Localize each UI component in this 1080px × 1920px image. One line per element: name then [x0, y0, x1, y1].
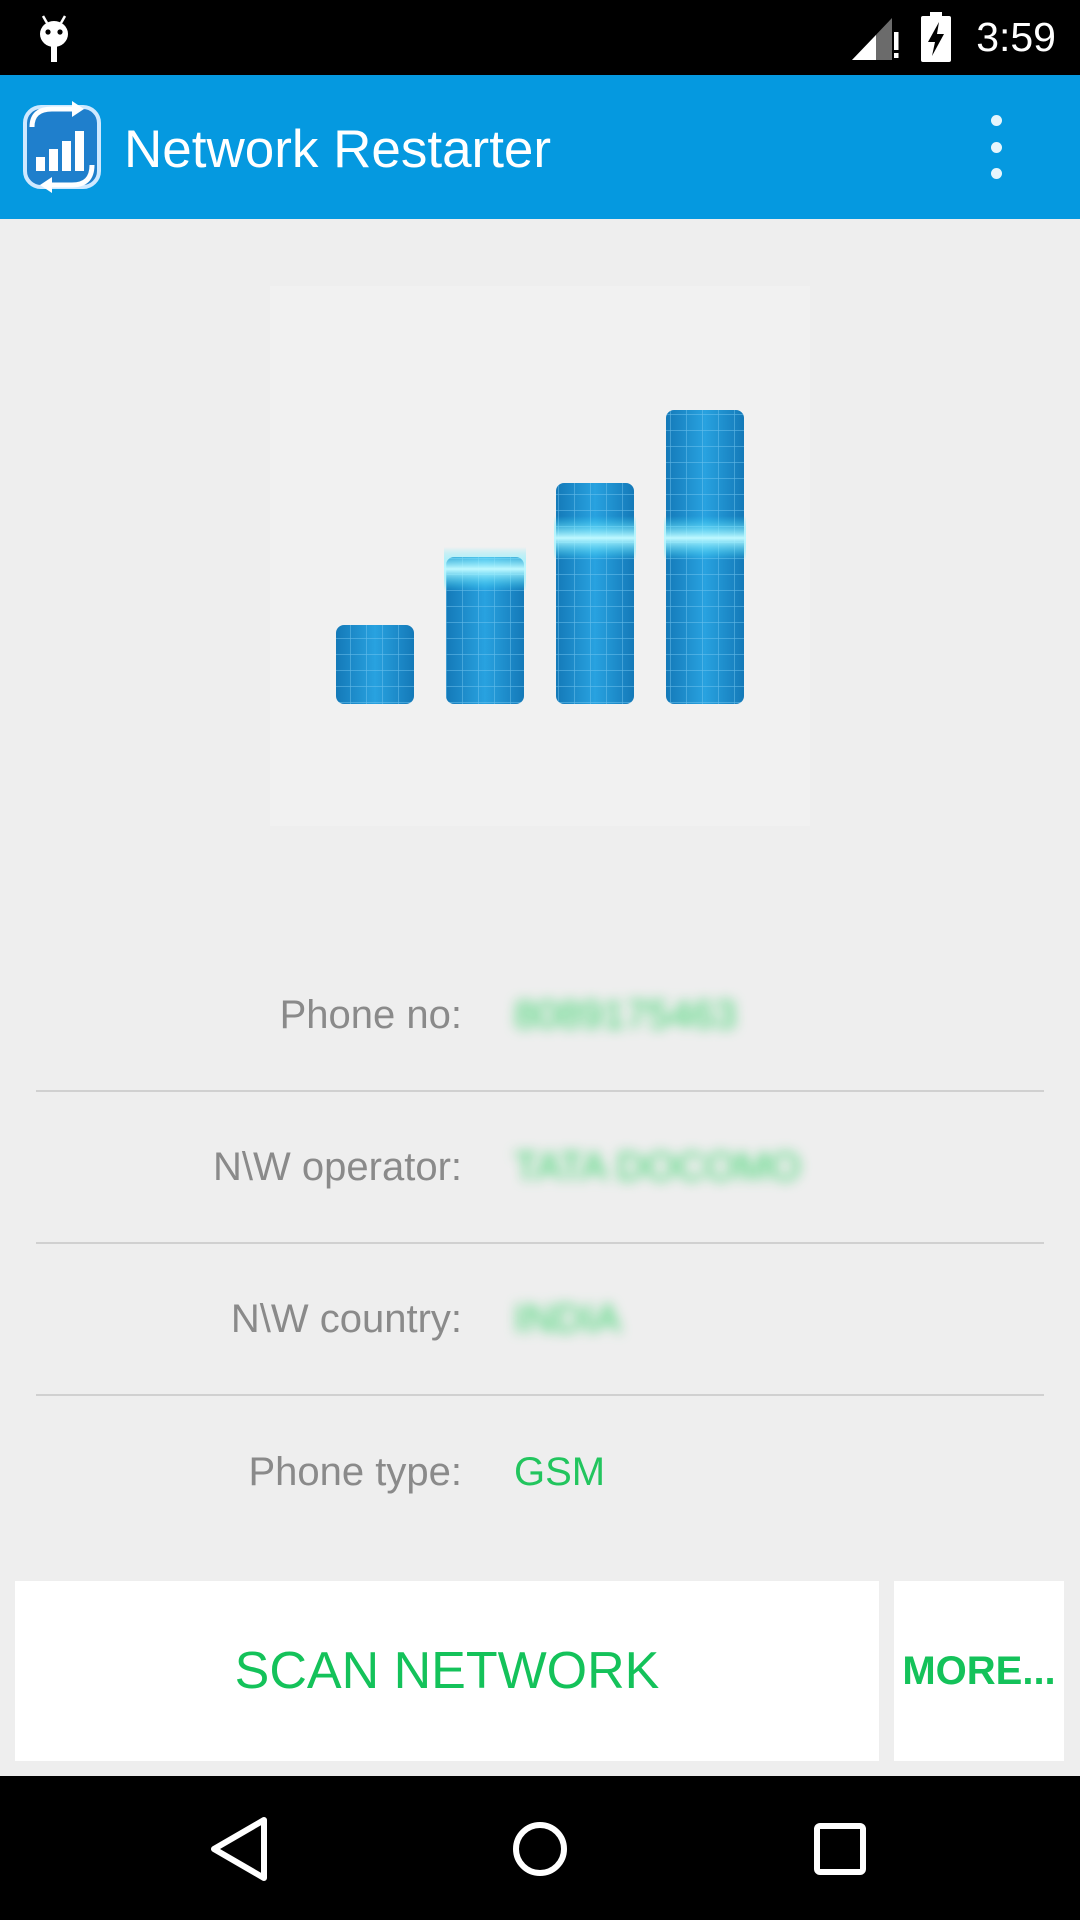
country-value: INDIA — [514, 1296, 621, 1341]
back-icon[interactable] — [196, 1804, 286, 1894]
phone-type-label: Phone type: — [248, 1449, 463, 1494]
phone-no-row: Phone no: 8089175463 — [36, 940, 1044, 1092]
app-bar: Network Restarter — [0, 75, 1080, 219]
phone-no-value: 8089175463 — [514, 992, 737, 1037]
status-bar: 3:59 — [0, 0, 1080, 75]
battery-charging-icon — [921, 12, 951, 62]
overflow-dot — [990, 168, 1002, 179]
overflow-dot — [990, 115, 1002, 126]
phone-no-label: Phone no: — [279, 992, 462, 1037]
info-panel: Phone no: 8089175463 N\W operator: TATA … — [36, 940, 1044, 1548]
signal-bar-glow — [554, 516, 636, 560]
app-logo-icon — [23, 101, 101, 193]
android-debug-icon — [40, 15, 68, 62]
signal-bar-grid — [336, 625, 414, 704]
signal-bar-glow — [444, 547, 526, 591]
app-title: Network Restarter — [124, 120, 552, 179]
clock: 3:59 — [976, 14, 1056, 60]
home-icon[interactable] — [495, 1804, 585, 1894]
overflow-dot — [990, 141, 1002, 153]
operator-value: TATA DOCOMO — [514, 1144, 801, 1189]
country-row: N\W country: INDIA — [36, 1244, 1044, 1396]
scan-network-button[interactable]: SCAN NETWORK — [15, 1581, 879, 1761]
phone-type-value: GSM — [514, 1449, 606, 1494]
recents-icon[interactable] — [795, 1804, 885, 1894]
signal-bars-icon — [336, 410, 746, 704]
operator-label: N\W operator: — [213, 1144, 462, 1189]
more-button[interactable]: MORE... — [894, 1581, 1064, 1761]
navigation-bar — [0, 1776, 1080, 1920]
signal-bar-glow — [664, 516, 746, 560]
hero-image — [270, 286, 810, 826]
phone-type-row: Phone type: GSM — [36, 1396, 1044, 1548]
signal-icon — [852, 18, 899, 60]
operator-row: N\W operator: TATA DOCOMO — [36, 1092, 1044, 1244]
country-label: N\W country: — [230, 1296, 462, 1341]
overflow-menu-icon[interactable] — [968, 109, 1024, 185]
